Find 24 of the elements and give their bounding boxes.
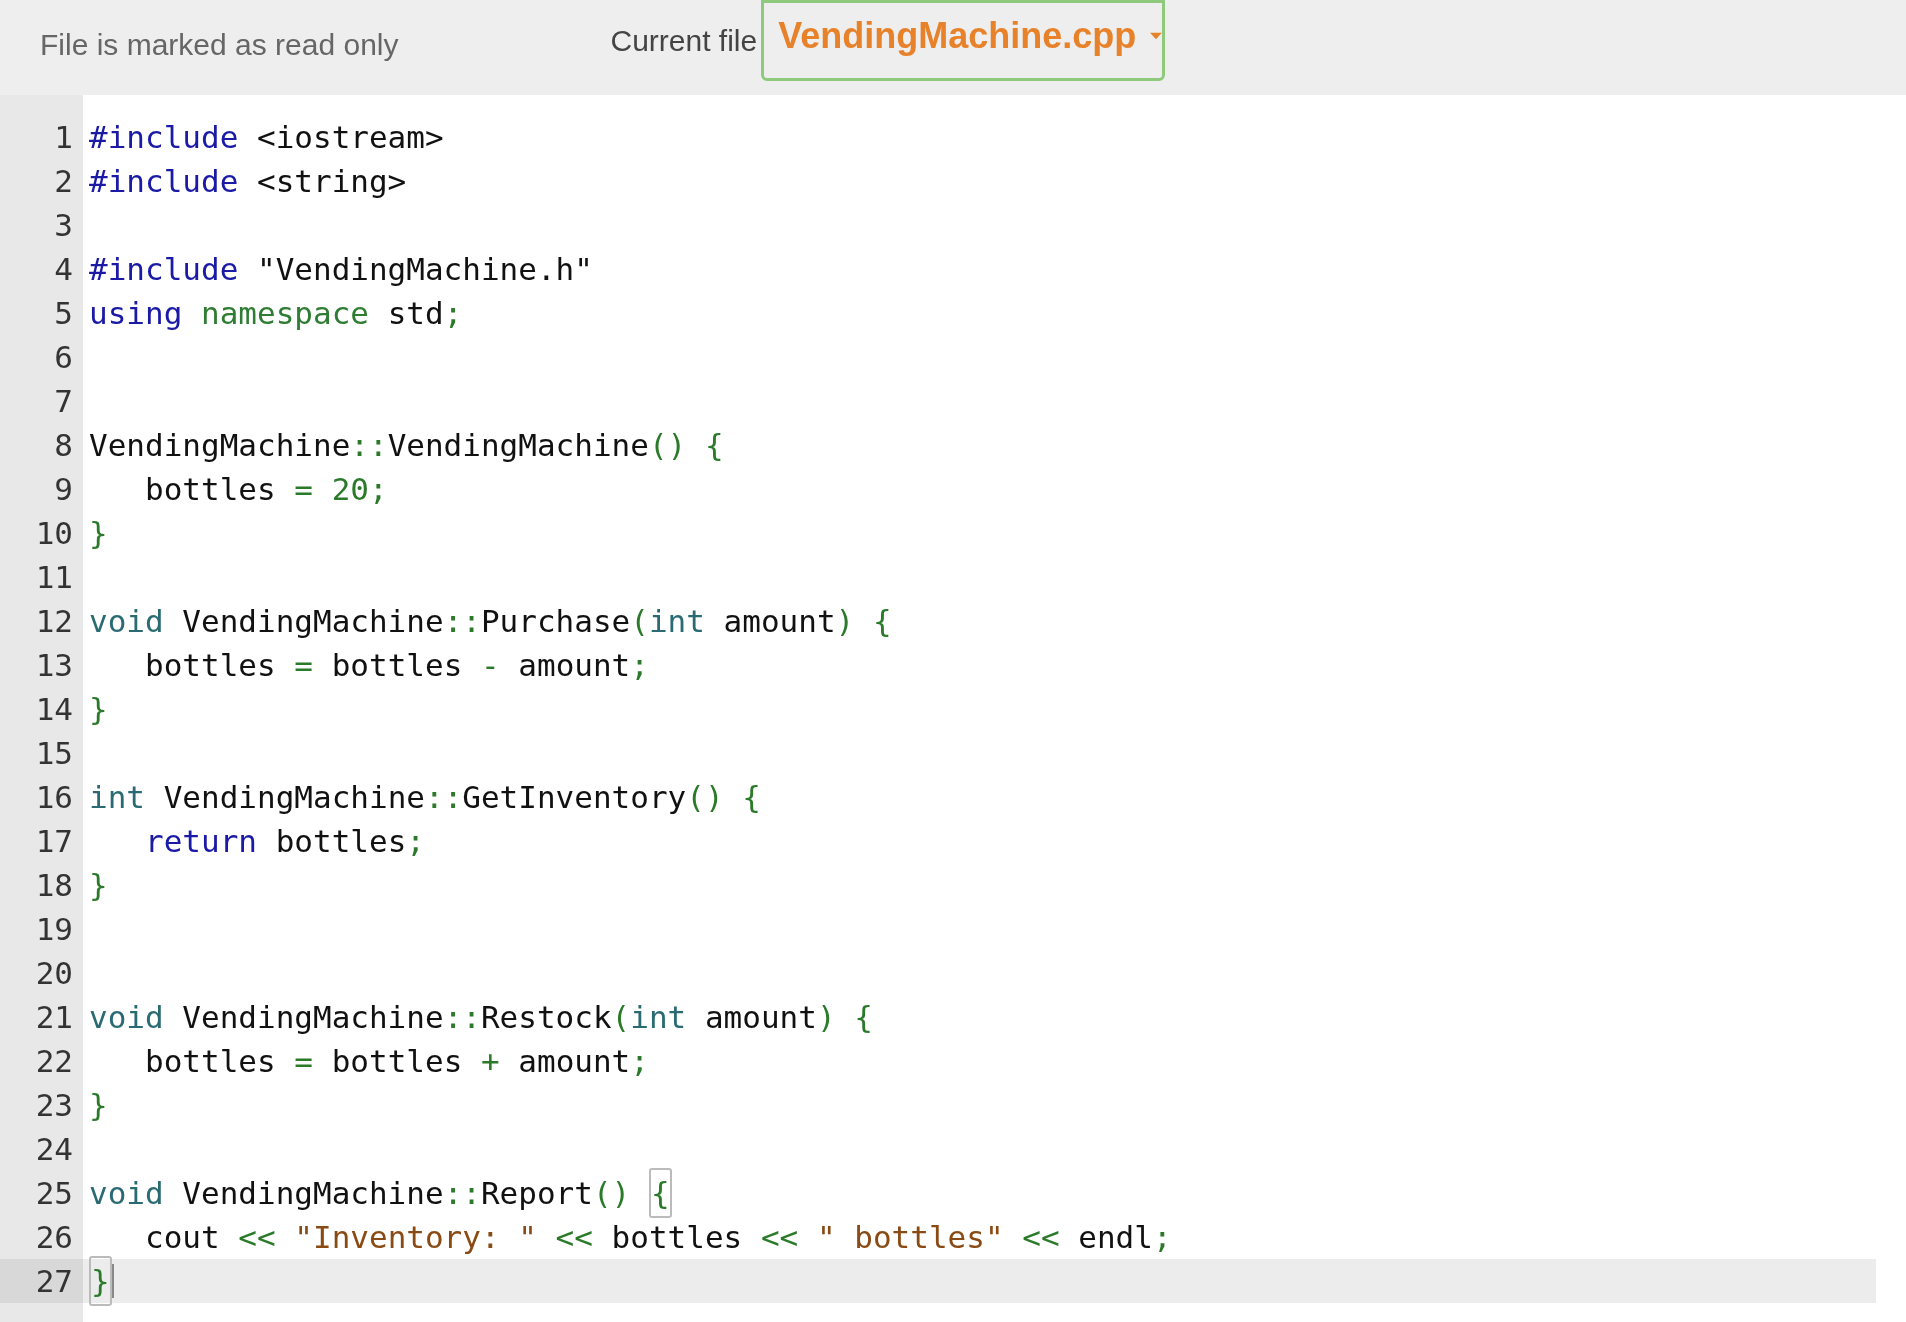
code-line: void VendingMachine::Purchase(int amount) { [88, 601, 893, 641]
code-line: } [88, 865, 109, 905]
code-line: } [88, 689, 109, 729]
code-line: return bottles; [144, 821, 426, 861]
code-line: bottles = 20; [144, 469, 389, 509]
code-line: void VendingMachine::Restock(int amount) { [88, 997, 874, 1037]
file-select[interactable]: VendingMachine.cpp [761, 0, 1166, 81]
code-line: #include <iostream> [88, 117, 445, 157]
text-cursor [111, 1264, 114, 1298]
line-number: 27 [0, 1259, 83, 1303]
code-line: bottles = bottles - amount; [144, 645, 650, 685]
code-line: bottles = bottles + amount; [144, 1041, 650, 1081]
code-line: VendingMachine::VendingMachine() { [88, 425, 725, 465]
code-line: } [88, 513, 109, 553]
code-line: void VendingMachine::Report() { [83, 1171, 1876, 1215]
read-only-notice: File is marked as read only [40, 27, 399, 63]
code-line: #include <string> [88, 161, 408, 201]
code-line: using namespace std; [88, 293, 464, 333]
code-line: } [88, 1085, 109, 1125]
caret-down-icon [1150, 31, 1163, 41]
current-file-label: Current file [610, 23, 758, 59]
code-line: #include "VendingMachine.h" [88, 249, 594, 289]
code-line: int VendingMachine::GetInventory() { [88, 777, 762, 817]
code-line: cout << "Inventory: " << bottles << " bottles" << endl; [144, 1217, 1173, 1257]
